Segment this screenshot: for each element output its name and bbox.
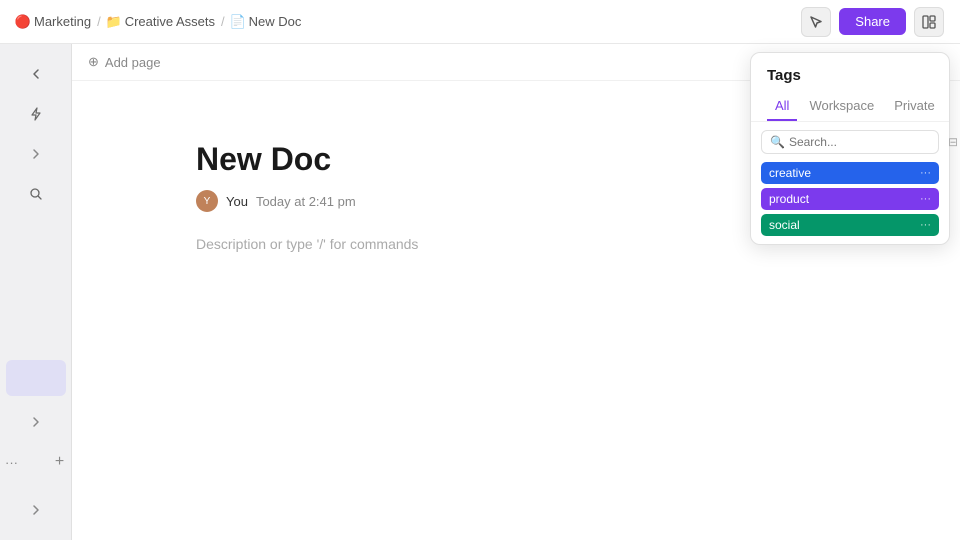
breadcrumb-new-doc-label: New Doc: [249, 14, 302, 29]
tags-search-row: 🔍 ⊟: [761, 130, 939, 154]
breadcrumb-sep-2: /: [221, 14, 225, 29]
share-button[interactable]: Share: [839, 8, 906, 35]
tags-title: Tags: [751, 53, 949, 92]
add-page-icon: ⊕: [88, 54, 99, 70]
tag-creative-more[interactable]: ···: [920, 167, 931, 179]
breadcrumb: 🔴 Marketing / 📁 Creative Assets / 📄 New …: [16, 14, 301, 29]
sidebar-active-item[interactable]: [6, 360, 66, 396]
sidebar-nav-3[interactable]: [14, 492, 58, 528]
tags-tab-workspace[interactable]: Workspace: [801, 92, 882, 121]
avatar: Y: [196, 190, 218, 212]
marketing-icon: 🔴: [16, 15, 30, 29]
layout-button[interactable]: [914, 7, 944, 37]
breadcrumb-creative-assets[interactable]: 📁 Creative Assets: [107, 14, 215, 29]
tags-tab-private[interactable]: Private: [886, 92, 942, 121]
breadcrumb-marketing-label: Marketing: [34, 14, 91, 29]
tag-item-social[interactable]: social ···: [761, 214, 939, 236]
topbar: 🔴 Marketing / 📁 Creative Assets / 📄 New …: [0, 0, 960, 44]
folder-icon: 📁: [107, 15, 121, 29]
sidebar-more[interactable]: ···: [0, 444, 34, 480]
tags-search-icon: 🔍: [770, 135, 785, 149]
doc-title[interactable]: New Doc: [196, 141, 836, 178]
tag-product-label: product: [769, 192, 809, 206]
breadcrumb-creative-assets-label: Creative Assets: [125, 14, 215, 29]
doc-timestamp: Today at 2:41 pm: [256, 194, 356, 209]
sidebar-bottom-row: ··· +: [0, 444, 82, 480]
doc-description-placeholder[interactable]: Description or type '/' for commands: [196, 236, 836, 252]
sidebar-collapse[interactable]: [14, 56, 58, 92]
doc-meta: Y You Today at 2:41 pm: [196, 190, 836, 212]
sidebar-nav-1[interactable]: [14, 136, 58, 172]
add-page-label: Add page: [105, 55, 161, 70]
tag-item-creative[interactable]: creative ···: [761, 162, 939, 184]
tag-social-more[interactable]: ···: [920, 219, 931, 231]
breadcrumb-new-doc[interactable]: 📄 New Doc: [231, 14, 302, 29]
tags-tab-all[interactable]: All: [767, 92, 797, 121]
sidebar-bottom: ··· +: [0, 444, 82, 488]
doc-icon: 📄: [231, 15, 245, 29]
cursor-button[interactable]: [801, 7, 831, 37]
breadcrumb-sep-1: /: [97, 14, 101, 29]
topbar-right: Share: [801, 7, 944, 37]
tags-search-input[interactable]: [789, 135, 944, 149]
sidebar-lightning[interactable]: [14, 96, 58, 132]
breadcrumb-marketing[interactable]: 🔴 Marketing: [16, 14, 91, 29]
doc-author: You: [226, 194, 248, 209]
sidebar-nav-2[interactable]: [14, 404, 58, 440]
tags-filter-icon[interactable]: ⊟: [948, 135, 958, 149]
tag-product-more[interactable]: ···: [920, 193, 931, 205]
tags-popup: Tags All Workspace Private 🔍 ⊟ creative …: [750, 52, 950, 245]
tags-tabs: All Workspace Private: [751, 92, 949, 122]
tag-list: creative ··· product ··· social ···: [751, 162, 949, 236]
tag-social-label: social: [769, 218, 800, 232]
tag-creative-label: creative: [769, 166, 811, 180]
sidebar-search[interactable]: [14, 176, 58, 212]
tag-item-product[interactable]: product ···: [761, 188, 939, 210]
sidebar: ··· +: [0, 44, 72, 540]
